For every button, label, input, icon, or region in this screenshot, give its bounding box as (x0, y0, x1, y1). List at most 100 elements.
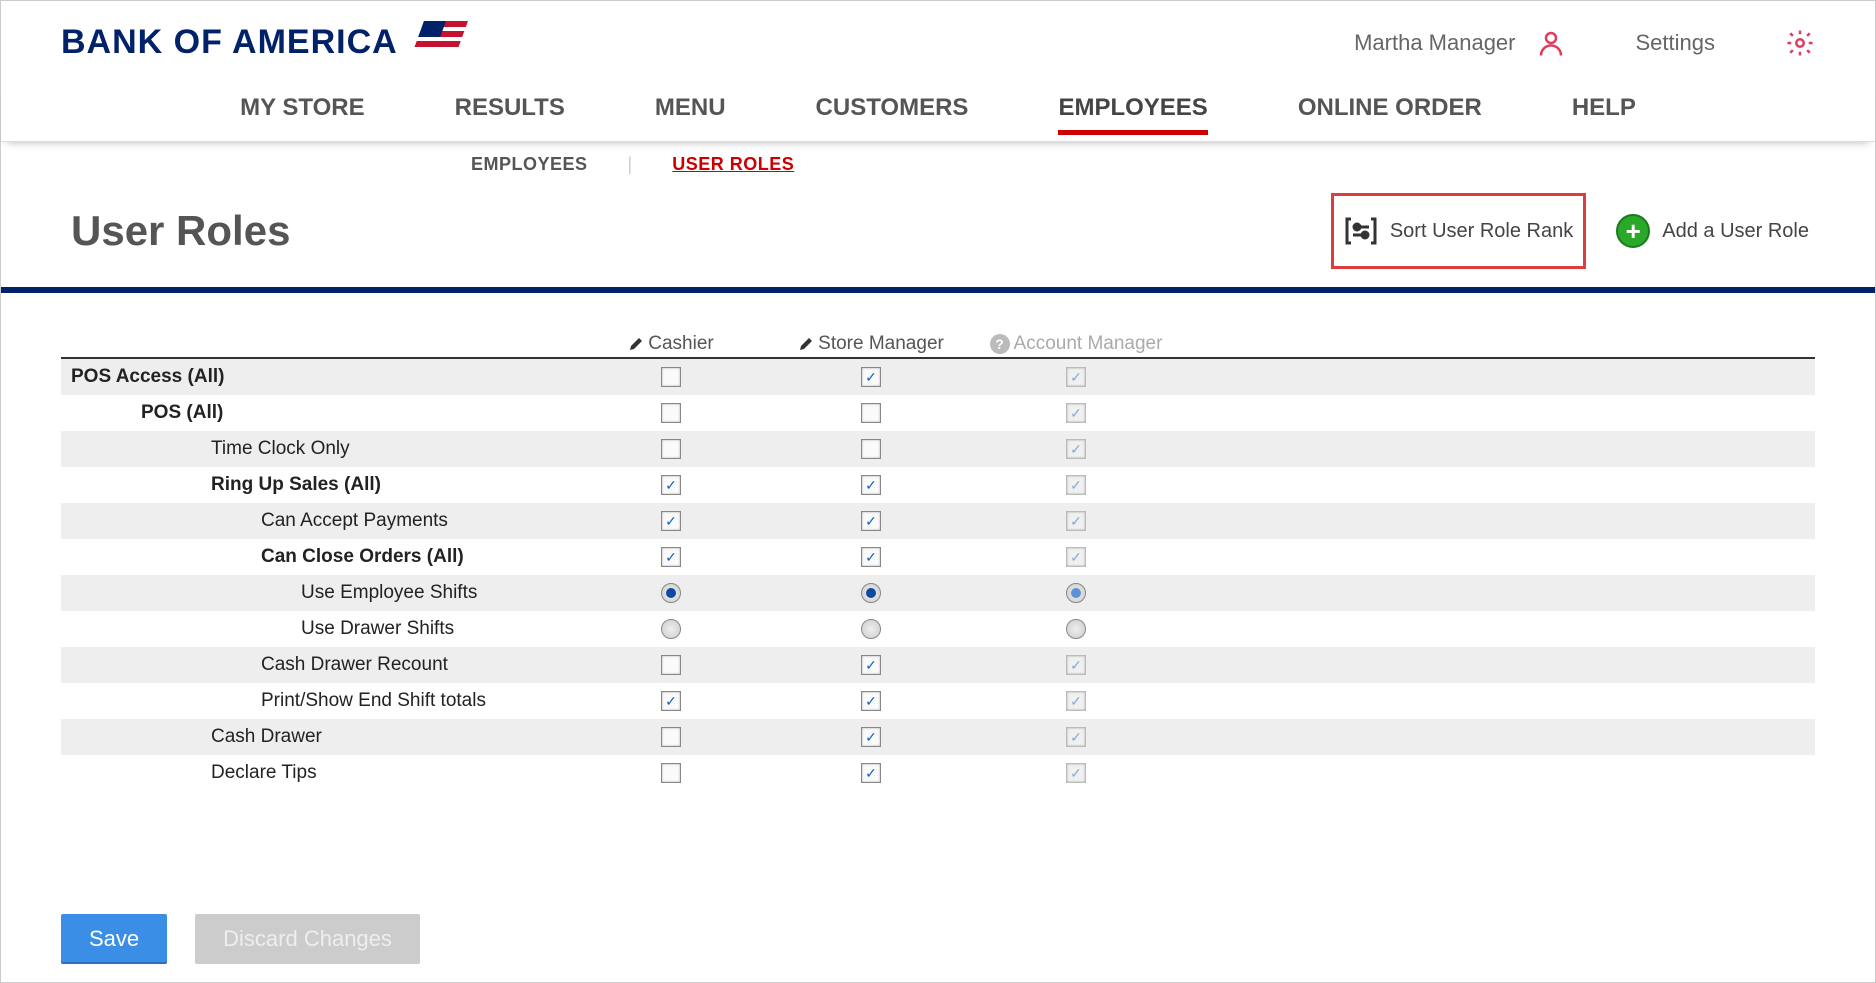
sub-nav: EMPLOYEES | USER ROLES (1, 142, 1875, 187)
permission-cell (571, 359, 771, 395)
checkbox: ✓ (1066, 655, 1086, 675)
permission-row: POS (All) ✓ (61, 395, 1815, 431)
checkbox[interactable] (661, 439, 681, 459)
permission-cell: ✓ (571, 467, 771, 503)
checkbox[interactable] (661, 403, 681, 423)
checkbox[interactable]: ✓ (661, 511, 681, 531)
checkbox: ✓ (1066, 547, 1086, 567)
permission-label: Can Close Orders (All) (61, 539, 571, 575)
checkbox: ✓ (1066, 403, 1086, 423)
nav-my-store[interactable]: MY STORE (240, 94, 364, 135)
pencil-icon (798, 336, 814, 352)
permission-label: Use Employee Shifts (61, 575, 571, 611)
checkbox[interactable]: ✓ (861, 511, 881, 531)
gear-icon[interactable] (1785, 28, 1815, 58)
discard-changes-button[interactable]: Discard Changes (195, 914, 420, 964)
radio[interactable] (661, 583, 681, 603)
permission-cell (571, 611, 771, 647)
subnav-employees[interactable]: EMPLOYEES (471, 154, 588, 175)
radio[interactable] (661, 619, 681, 639)
subnav-divider: | (628, 154, 633, 175)
sort-label: Sort User Role Rank (1390, 220, 1573, 243)
permission-cell: ✓ (571, 683, 771, 719)
permission-cell (771, 431, 971, 467)
nav-menu[interactable]: MENU (655, 94, 726, 135)
title-actions: Sort User Role Rank + Add a User Role (1331, 193, 1815, 269)
permission-label: Print/Show End Shift totals (61, 683, 571, 719)
permission-cell: ✓ (971, 755, 1181, 789)
permission-label: Cash Drawer Recount (61, 647, 571, 683)
subnav-user-roles[interactable]: USER ROLES (672, 154, 794, 175)
checkbox[interactable]: ✓ (861, 475, 881, 495)
permission-cell (771, 611, 971, 647)
checkbox[interactable]: ✓ (861, 367, 881, 387)
permission-cell: ✓ (771, 359, 971, 395)
checkbox[interactable] (861, 439, 881, 459)
settings-link[interactable]: Settings (1636, 30, 1716, 56)
permission-row: Can Accept Payments✓✓✓ (61, 503, 1815, 539)
permission-cell (571, 755, 771, 789)
nav-help[interactable]: HELP (1572, 94, 1636, 135)
nav-employees[interactable]: EMPLOYEES (1058, 94, 1207, 135)
role-header-cashier[interactable]: Cashier (571, 333, 771, 355)
permission-label: Ring Up Sales (All) (61, 467, 571, 503)
checkbox: ✓ (1066, 367, 1086, 387)
checkbox[interactable] (661, 655, 681, 675)
permission-cell: ✓ (971, 395, 1181, 431)
permission-label: POS (All) (61, 395, 571, 431)
checkbox[interactable] (661, 367, 681, 387)
footer-buttons: Save Discard Changes (61, 914, 420, 964)
save-button[interactable]: Save (61, 914, 167, 964)
checkbox[interactable]: ✓ (661, 691, 681, 711)
permission-row: Declare Tips✓✓ (61, 755, 1815, 789)
permission-cell: ✓ (771, 647, 971, 683)
permission-cell: ✓ (771, 719, 971, 755)
permission-cell: ✓ (771, 467, 971, 503)
checkbox[interactable] (861, 403, 881, 423)
brand-flag-icon (410, 21, 470, 64)
permission-cell: ✓ (971, 539, 1181, 575)
permission-row: Use Employee Shifts (61, 575, 1815, 611)
permission-row: Cash Drawer Recount ✓ ✓ (61, 647, 1815, 683)
permission-cell: ✓ (971, 647, 1181, 683)
nav-customers[interactable]: CUSTOMERS (816, 94, 969, 135)
checkbox[interactable]: ✓ (861, 547, 881, 567)
grid-body[interactable]: POS Access (All)✓✓POS (All)✓Time Clock O… (61, 359, 1815, 789)
checkbox[interactable]: ✓ (661, 547, 681, 567)
role-header-store-manager[interactable]: Store Manager (771, 333, 971, 355)
permission-cell: ✓ (971, 359, 1181, 395)
permission-label: Can Accept Payments (61, 503, 571, 539)
checkbox[interactable]: ✓ (661, 475, 681, 495)
permission-label: POS Access (All) (61, 359, 571, 395)
permission-cell: ✓ (771, 539, 971, 575)
user-section[interactable]: Martha Manager (1354, 28, 1565, 58)
radio[interactable] (861, 583, 881, 603)
pencil-icon (628, 336, 644, 352)
nav-results[interactable]: RESULTS (455, 94, 565, 135)
add-user-role-button[interactable]: + Add a User Role (1610, 204, 1815, 258)
checkbox[interactable]: ✓ (861, 763, 881, 783)
nav-online-order[interactable]: ONLINE ORDER (1298, 94, 1482, 135)
radio (1066, 619, 1086, 639)
permission-cell: ✓ (571, 539, 771, 575)
permission-cell (571, 395, 771, 431)
role-header-account-manager: ?Account Manager (971, 333, 1181, 355)
checkbox[interactable]: ✓ (861, 655, 881, 675)
permission-cell (771, 395, 971, 431)
title-bar: User Roles Sort User Role Rank + Add a U… (1, 187, 1875, 293)
checkbox[interactable]: ✓ (861, 727, 881, 747)
sort-icon (1344, 216, 1378, 246)
checkbox: ✓ (1066, 727, 1086, 747)
sort-user-role-rank-button[interactable]: Sort User Role Rank (1331, 193, 1586, 269)
checkbox[interactable] (661, 763, 681, 783)
permission-cell (971, 575, 1181, 611)
page-title: User Roles (71, 207, 290, 255)
checkbox[interactable]: ✓ (861, 691, 881, 711)
checkbox[interactable] (661, 727, 681, 747)
permission-cell: ✓ (771, 503, 971, 539)
permission-cell: ✓ (971, 719, 1181, 755)
permission-cell (571, 431, 771, 467)
permission-row: Ring Up Sales (All)✓✓✓ (61, 467, 1815, 503)
radio[interactable] (861, 619, 881, 639)
permission-cell (571, 719, 771, 755)
